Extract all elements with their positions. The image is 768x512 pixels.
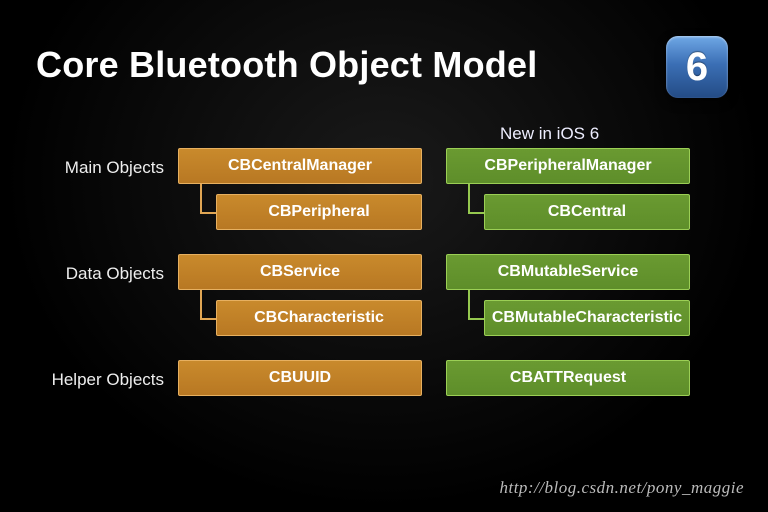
box-cbperipheralmanager: CBPeripheralManager	[446, 148, 690, 184]
badge-text: 6	[686, 45, 708, 90]
cell-helper-left: CBUUID	[178, 360, 422, 396]
box-cbservice: CBService	[178, 254, 422, 290]
row-main-objects: Main Objects CBCentralManager CBPeripher…	[36, 148, 736, 254]
box-cbmutableservice: CBMutableService	[446, 254, 690, 290]
child-wrap: CBMutableCharacteristic	[484, 300, 690, 336]
row-data-objects: Data Objects CBService CBCharacteristic …	[36, 254, 736, 360]
box-cbattrequest: CBATTRequest	[446, 360, 690, 396]
slide-title: Core Bluetooth Object Model	[36, 44, 537, 86]
cell-data-left: CBService CBCharacteristic	[178, 254, 422, 290]
slide: Core Bluetooth Object Model 6 New in iOS…	[0, 0, 768, 512]
cell-main-left: CBCentralManager CBPeripheral	[178, 148, 422, 184]
cell-helper-right: CBATTRequest	[446, 360, 690, 396]
diagram-grid: Main Objects CBCentralManager CBPeripher…	[36, 148, 736, 428]
box-cbperipheral: CBPeripheral	[216, 194, 422, 230]
row-label: Helper Objects	[36, 370, 164, 390]
box-cbcharacteristic: CBCharacteristic	[216, 300, 422, 336]
box-cbmutablecharacteristic: CBMutableCharacteristic	[484, 300, 690, 336]
box-cbcentralmanager: CBCentralManager	[178, 148, 422, 184]
cell-data-right: CBMutableService CBMutableCharacteristic	[446, 254, 690, 290]
row-label: Data Objects	[36, 264, 164, 284]
row-label: Main Objects	[36, 158, 164, 178]
column-header-new: New in iOS 6	[500, 124, 599, 144]
watermark-text: http://blog.csdn.net/pony_maggie	[499, 478, 744, 498]
box-cbcentral: CBCentral	[484, 194, 690, 230]
row-helper-objects: Helper Objects CBUUID CBATTRequest	[36, 360, 736, 428]
child-wrap: CBPeripheral	[216, 194, 422, 230]
child-wrap: CBCharacteristic	[216, 300, 422, 336]
ios6-badge-icon: 6	[666, 36, 728, 98]
cell-main-right: CBPeripheralManager CBCentral	[446, 148, 690, 184]
child-wrap: CBCentral	[484, 194, 690, 230]
box-cbuuid: CBUUID	[178, 360, 422, 396]
